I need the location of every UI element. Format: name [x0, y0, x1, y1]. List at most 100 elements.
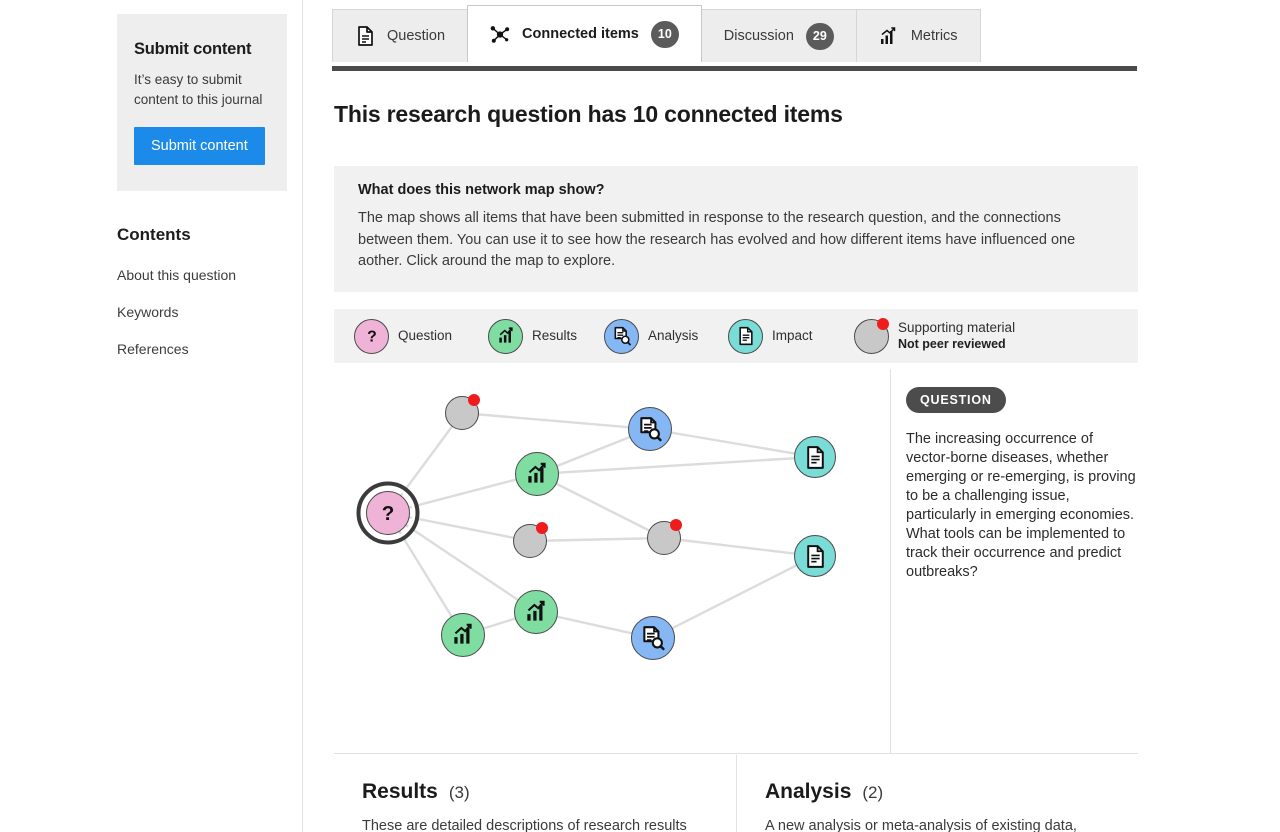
legend-node-swatch-supporting-material [854, 317, 889, 354]
document-icon [803, 445, 828, 470]
submit-content-card: Submit content It’s easy to submit conte… [117, 14, 287, 191]
bar-chart-icon [524, 461, 550, 487]
sidebar-item-references[interactable]: References [117, 341, 189, 357]
results-section-title: Results (3) [362, 780, 708, 804]
map-node-results[interactable] [441, 613, 485, 657]
bar-chart-icon [523, 599, 549, 625]
map-node-circle [513, 522, 548, 558]
map-node-circle [794, 535, 836, 577]
page-root: Submit content It’s easy to submit conte… [0, 0, 1280, 832]
not-peer-reviewed-flag-icon [536, 522, 548, 534]
results-description: These are detailed descriptions of resea… [362, 818, 687, 832]
info-box-heading: What does this network map show? [358, 182, 605, 198]
legend-item-question: ? Question [354, 318, 453, 354]
map-node-circle [631, 616, 675, 660]
svg-text:?: ? [367, 328, 377, 345]
tab-bar: Question Connected items 10 Discussion 2… [332, 5, 1137, 71]
contents-heading: Contents [117, 225, 191, 244]
legend-node-swatch-question: ? [354, 318, 389, 354]
map-node-analysis[interactable] [628, 407, 672, 451]
document-icon [736, 326, 756, 346]
map-node-impact[interactable] [794, 535, 836, 577]
map-node-circle [441, 613, 485, 657]
analysis-count: (2) [862, 783, 884, 802]
map-node-circle [445, 394, 480, 430]
bar-chart-icon [879, 25, 899, 47]
map-node-support[interactable] [513, 522, 548, 558]
bar-chart-icon [496, 326, 516, 346]
bottom-sections: Results (3) These are detailed descripti… [334, 755, 1138, 832]
legend-sublabel: Not peer reviewed [898, 336, 1006, 351]
legend-item-supporting-material: Supporting material Not peer reviewed [854, 317, 1016, 354]
network-hub-icon [490, 23, 510, 45]
legend-label: Analysis [648, 327, 699, 343]
map-panel-divider [890, 369, 891, 754]
legend-node-swatch-analysis [604, 318, 639, 354]
results-count: (3) [448, 783, 470, 802]
analysis-description: A new analysis or meta-analysis of exist… [765, 818, 1077, 832]
not-peer-reviewed-flag-icon [670, 519, 682, 531]
tab-connected-items[interactable]: Connected items 10 [467, 5, 702, 63]
analysis-title-label: Analysis [765, 780, 852, 803]
document-search-icon [640, 625, 666, 651]
tab-bar-underline [332, 66, 1137, 71]
document-icon [803, 544, 828, 569]
analysis-section-title: Analysis (2) [765, 780, 1110, 804]
map-node-support[interactable] [445, 394, 480, 430]
results-section-card[interactable]: Results (3) These are detailed descripti… [334, 755, 736, 832]
sidebar-item-about-this-question[interactable]: About this question [117, 267, 236, 283]
left-sidebar: Submit content It’s easy to submit conte… [0, 0, 303, 832]
tab-discussion-badge: 29 [805, 22, 834, 50]
network-map-section: ? QUESTION The increasing occurrence of … [334, 369, 1138, 754]
map-node-results[interactable] [515, 452, 559, 496]
question-text: The increasing occurrence of vector-born… [906, 431, 1136, 580]
network-map-info-box: What does this network map show? The map… [334, 166, 1138, 292]
sidebar-item-keywords[interactable]: Keywords [117, 304, 178, 320]
legend-item-analysis: Analysis [604, 318, 699, 354]
tab-connected-items-label: Connected items [522, 26, 639, 42]
bar-chart-icon [450, 622, 476, 648]
submit-card-title: Submit content [134, 40, 252, 58]
tab-metrics[interactable]: Metrics [855, 9, 981, 62]
tab-discussion[interactable]: Discussion 29 [700, 9, 857, 62]
question-detail-panel: QUESTION The increasing occurrence of ve… [906, 369, 1138, 582]
tab-metrics-label: Metrics [910, 28, 958, 44]
tab-question[interactable]: Question [332, 9, 469, 62]
question-mark-icon: ? [362, 326, 382, 346]
map-node-impact[interactable] [794, 436, 836, 478]
legend-item-impact: Impact [728, 318, 813, 354]
network-map-canvas[interactable]: ? [334, 369, 890, 754]
document-icon [355, 25, 375, 47]
submit-card-description: It’s easy to submit content to this jour… [134, 72, 263, 107]
submit-content-button[interactable]: Submit content [134, 127, 265, 165]
map-node-support[interactable] [647, 519, 682, 555]
question-mark-icon: ? [375, 500, 401, 526]
map-legend: ? Question Results Analysis Impact Supporting… [334, 309, 1138, 363]
analysis-section-card[interactable]: Analysis (2) A new analysis or meta-anal… [736, 755, 1138, 832]
legend-item-results: Results [488, 318, 578, 354]
tab-connected-items-badge: 10 [650, 20, 679, 48]
map-node-circle [515, 452, 559, 496]
map-node-circle [628, 407, 672, 451]
info-box-body: The map shows all items that have been s… [358, 210, 1076, 269]
map-node-circle [514, 590, 558, 634]
document-search-icon [612, 326, 632, 346]
not-peer-reviewed-flag-icon [877, 317, 889, 330]
map-node-question[interactable]: ? [366, 491, 410, 535]
svg-text:?: ? [382, 502, 395, 525]
legend-node-swatch-results [488, 318, 523, 354]
map-node-circle: ? [366, 491, 410, 535]
map-node-circle [794, 436, 836, 478]
legend-label: Question [398, 327, 453, 343]
status-badge: QUESTION [906, 387, 1006, 413]
not-peer-reviewed-flag-icon [468, 394, 480, 406]
legend-node-swatch-impact [728, 318, 763, 354]
map-node-analysis[interactable] [631, 616, 675, 660]
map-node-results[interactable] [514, 590, 558, 634]
legend-label: Supporting material [898, 319, 1016, 335]
legend-label: Results [532, 327, 578, 343]
tab-question-label: Question [387, 28, 446, 44]
tab-discussion-label: Discussion [723, 28, 794, 44]
tabs-row: Question Connected items 10 Discussion 2… [332, 5, 981, 63]
legend-label: Impact [772, 327, 813, 343]
